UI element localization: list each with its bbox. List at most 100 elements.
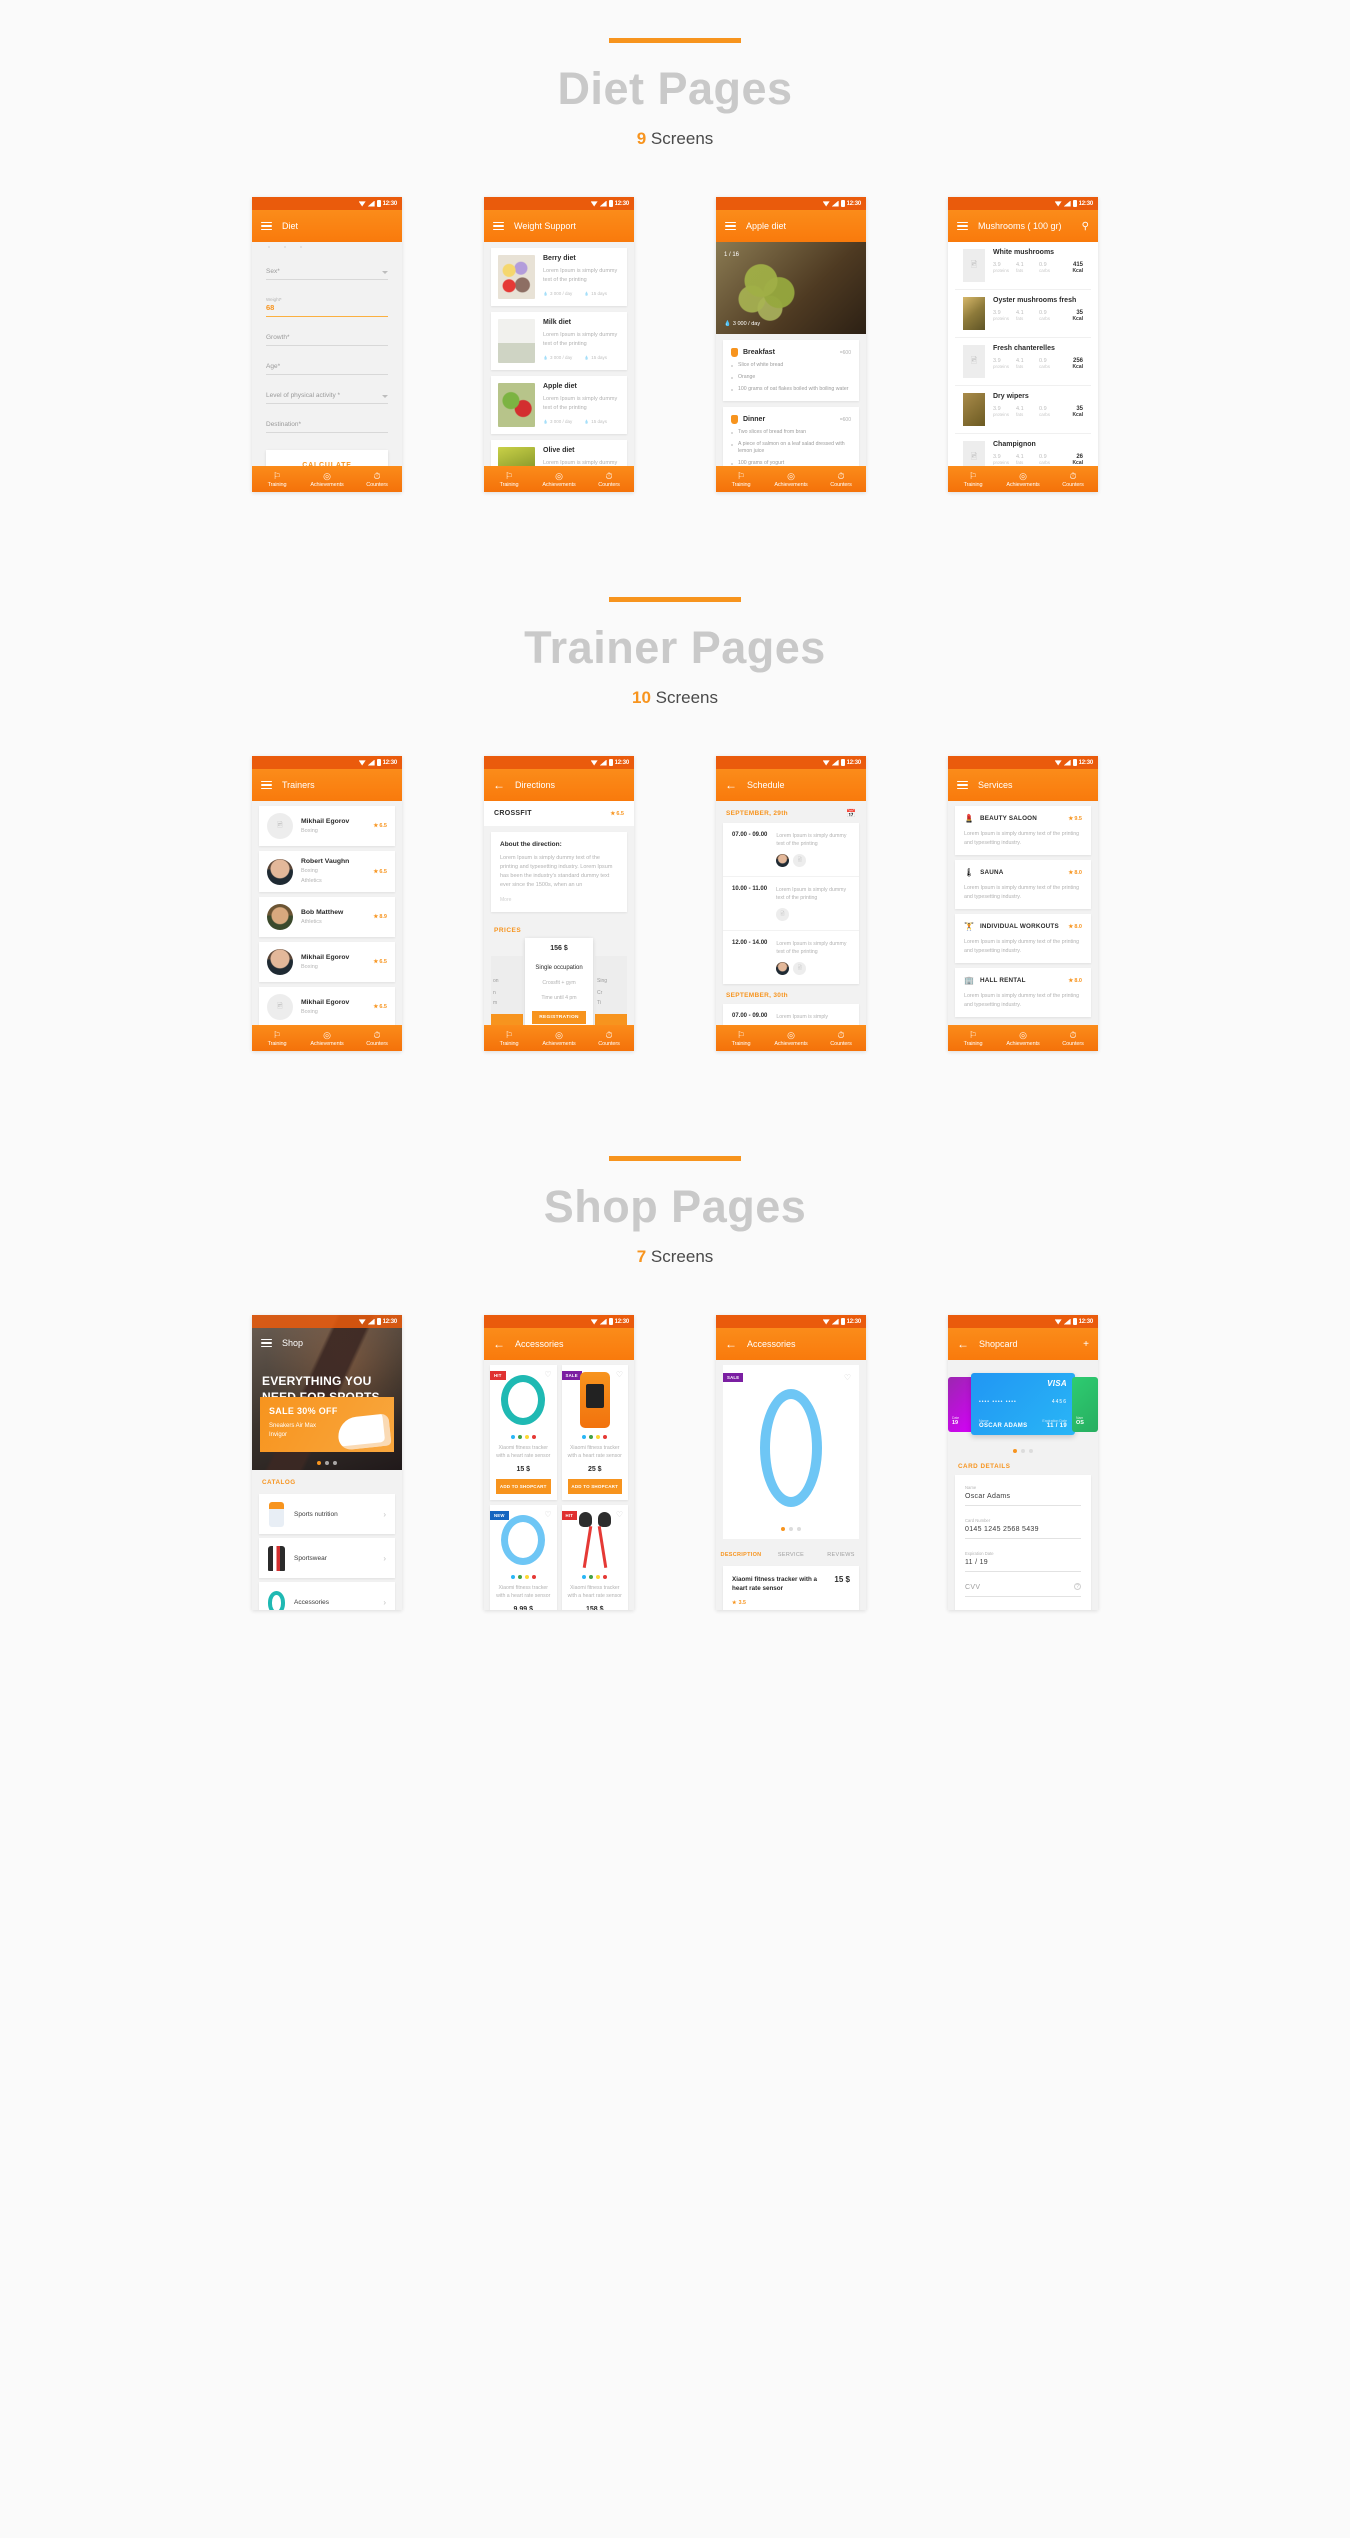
nav-achievements[interactable]: ◎ Achievements (302, 1030, 352, 1047)
favorite-icon[interactable]: ♡ (544, 1510, 551, 1519)
trainer-card[interactable]: 🖻 Mikhail Egorov Boxing 6.5 (259, 987, 395, 1025)
field-activity[interactable]: Level of physical activity * (266, 392, 388, 404)
nav-counters[interactable]: ⏱ Counters (1048, 471, 1098, 488)
back-arrow-icon[interactable]: ← (493, 779, 505, 791)
nav-training[interactable]: ⚐ Training (948, 1030, 998, 1047)
category-row[interactable]: Accessories › (259, 1582, 395, 1610)
back-arrow-icon[interactable]: ← (725, 1338, 737, 1350)
diet-card[interactable]: Berry diet Lorem Ipsum is simply dummy t… (491, 248, 627, 306)
hamburger-icon[interactable] (261, 221, 272, 231)
diet-card[interactable]: Apple diet Lorem Ipsum is simply dummy t… (491, 376, 627, 434)
tab-reviews[interactable]: REVIEWS (816, 1544, 866, 1566)
price-carousel[interactable]: on n m 156 $ Single occupation Crossfit … (484, 938, 634, 1025)
field-age[interactable]: Age* (266, 363, 388, 375)
field-card-number[interactable]: Card Number 0145 1245 2568 5439 (965, 1518, 1081, 1539)
nav-achievements[interactable]: ◎ Achievements (534, 1030, 584, 1047)
add-to-cart-button[interactable]: ADD TO SHOPCART (567, 1479, 622, 1494)
field-sex[interactable]: Sex* (266, 268, 388, 280)
nav-counters[interactable]: ⏱ Counters (352, 471, 402, 488)
schedule-slot[interactable]: 07.00 - 09.00 Lorem Ipsum is simply 🖻 🖻 … (723, 1004, 859, 1025)
service-card[interactable]: 🏋 INDIVIDUAL WORKOUTS 8.0 Lorem Ipsum is s… (955, 914, 1091, 963)
trainer-card[interactable]: Robert Vaughn Boxing Athletics 6.5 (259, 851, 395, 892)
nav-achievements[interactable]: ◎ Achievements (302, 471, 352, 488)
nav-training[interactable]: ⚐ Training (484, 471, 534, 488)
hamburger-icon[interactable] (725, 221, 736, 231)
category-row[interactable]: Sportswear › (259, 1538, 395, 1578)
diet-card[interactable]: Olive diet Lorem Ipsum is simply dummy t… (491, 440, 627, 466)
product-card[interactable]: HIT ♡ Xiaomi fitness tracker with a hear… (490, 1365, 557, 1500)
nav-achievements[interactable]: ◎ Achievements (998, 471, 1048, 488)
color-swatches[interactable] (562, 1575, 629, 1579)
mushroom-row[interactable]: Dry wipers 3.9 proteins 4.1 fats 0.9 carbs … (955, 386, 1091, 434)
registration-button[interactable]: REGISTRATION (532, 1011, 586, 1024)
more-link[interactable]: More (500, 897, 618, 903)
price-card-active[interactable]: 156 $ Single occupation Crossfit + gym T… (525, 938, 593, 1025)
card-carousel[interactable]: Date 19 VISA •••• •••• •••• 4456 Name OSCA… (948, 1367, 1098, 1447)
add-to-cart-button[interactable]: ADD TO SHOPCART (496, 1479, 551, 1494)
nav-training[interactable]: ⚐ Training (252, 1030, 302, 1047)
nav-counters[interactable]: ⏱ Counters (816, 1030, 866, 1047)
hamburger-icon[interactable] (261, 1338, 272, 1348)
price-card-prev[interactable]: on n m (491, 956, 523, 1025)
field-cvv[interactable]: CVV ? (965, 1583, 1081, 1597)
back-arrow-icon[interactable]: ← (957, 1338, 969, 1350)
registration-button-partial[interactable] (491, 1014, 523, 1025)
hamburger-icon[interactable] (261, 780, 272, 790)
mushroom-row[interactable]: 🖻 Fresh chanterelles 3.9 proteins 4.1 fats… (955, 338, 1091, 386)
nav-achievements[interactable]: ◎ Achievements (766, 1030, 816, 1047)
gallery-dots[interactable] (731, 1527, 851, 1531)
hamburger-icon[interactable] (957, 221, 968, 231)
color-swatches[interactable] (562, 1435, 629, 1439)
tab-service[interactable]: SERVICE (766, 1544, 816, 1566)
color-swatches[interactable] (490, 1435, 557, 1439)
back-arrow-icon[interactable]: ← (725, 779, 737, 791)
field-destination[interactable]: Destination* (266, 421, 388, 433)
product-card[interactable]: SALE ♡ Xiaomi fitness tracker with a hea… (561, 1365, 629, 1500)
hamburger-icon[interactable] (957, 780, 968, 790)
product-card[interactable]: HIT ♡ Xiaomi fitness tracker with a hear… (561, 1505, 629, 1610)
nav-training[interactable]: ⚐ Training (716, 471, 766, 488)
nav-training[interactable]: ⚐ Training (716, 1030, 766, 1047)
service-card[interactable]: 🌡 SAUNA 8.0 Lorem Ipsum is simply dummy te… (955, 860, 1091, 909)
favorite-icon[interactable]: ♡ (616, 1510, 623, 1519)
mushroom-row[interactable]: 🖻 White mushrooms 3.9 proteins 4.1 fats 0.… (955, 242, 1091, 290)
tab-description[interactable]: DESCRIPTION (716, 1544, 766, 1566)
carousel-dots[interactable] (252, 1461, 402, 1465)
card-active[interactable]: VISA •••• •••• •••• 4456 Name OSCAR ADAMS… (971, 1373, 1075, 1435)
plus-icon[interactable]: + (1083, 1339, 1089, 1350)
mushroom-row[interactable]: Oyster mushrooms fresh 3.9 proteins 4.1 fa… (955, 290, 1091, 338)
nav-counters[interactable]: ⏱ Counters (1048, 1030, 1098, 1047)
favorite-icon[interactable]: ♡ (544, 1370, 551, 1379)
nav-achievements[interactable]: ◎ Achievements (998, 1030, 1048, 1047)
schedule-slot[interactable]: 12.00 - 14.00 Lorem Ipsum is simply dumm… (723, 931, 859, 984)
nav-achievements[interactable]: ◎ Achievements (766, 471, 816, 488)
back-arrow-icon[interactable]: ← (493, 1338, 505, 1350)
registration-button-partial[interactable] (595, 1014, 627, 1025)
field-expiration[interactable]: Expiration Date 11 / 19 (965, 1551, 1081, 1572)
nav-training[interactable]: ⚐ Training (484, 1030, 534, 1047)
trainer-card[interactable]: Bob Matthew Athletics 8.9 (259, 897, 395, 937)
service-card[interactable]: 💄 BEAUTY SALOON 9.5 Lorem Ipsum is simply … (955, 806, 1091, 855)
calculate-button[interactable]: CALCULATE (266, 450, 388, 466)
nav-counters[interactable]: ⏱ Counters (584, 1030, 634, 1047)
trainer-card[interactable]: 🖻 Mikhail Egorov Boxing 6.5 (259, 806, 395, 846)
category-row[interactable]: Sports nutrition › (259, 1494, 395, 1534)
card-next[interactable]: Nam OS (1072, 1377, 1098, 1432)
product-card[interactable]: NEW ♡ Xiaomi fitness tracker with a hear… (490, 1505, 557, 1610)
search-icon[interactable]: ⚲ (1082, 221, 1089, 232)
nav-counters[interactable]: ⏱ Counters (584, 471, 634, 488)
favorite-icon[interactable]: ♡ (844, 1373, 851, 1382)
sale-banner[interactable]: SALE 30% OFF Sneakers Air Max Invigor (260, 1397, 394, 1452)
price-card-next[interactable]: Sing Cr Ti (595, 956, 627, 1025)
hamburger-icon[interactable] (493, 221, 504, 231)
nav-training[interactable]: ⚐ Training (252, 471, 302, 488)
color-swatches[interactable] (490, 1575, 557, 1579)
nav-training[interactable]: ⚐ Training (948, 471, 998, 488)
help-icon[interactable]: ? (1074, 1583, 1081, 1590)
nav-counters[interactable]: ⏱ Counters (352, 1030, 402, 1047)
nav-achievements[interactable]: ◎ Achievements (534, 471, 584, 488)
schedule-slot[interactable]: 07.00 - 09.00 Lorem Ipsum is simply dumm… (723, 823, 859, 877)
field-weight[interactable]: Weight* 68 (266, 297, 388, 317)
mushroom-row[interactable]: 🖻 Champignon 3.9 proteins 4.1 fats 0.9 carb… (955, 434, 1091, 466)
diet-card[interactable]: Milk diet Lorem Ipsum is simply dummy te… (491, 312, 627, 370)
